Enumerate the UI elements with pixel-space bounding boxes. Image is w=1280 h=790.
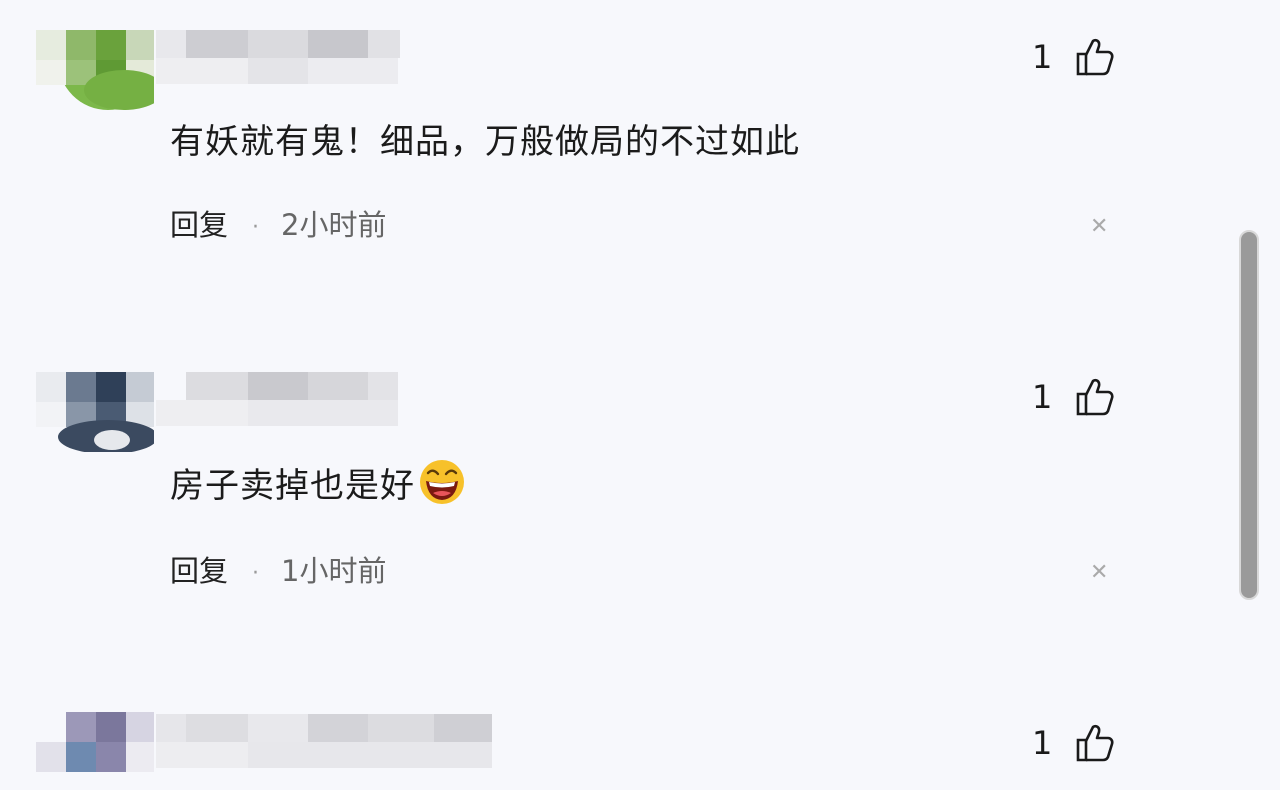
like-count: 1 bbox=[1032, 724, 1053, 762]
thumbs-up-icon[interactable] bbox=[1074, 722, 1116, 764]
username[interactable] bbox=[156, 372, 406, 428]
comment-item: 1 bbox=[0, 680, 1230, 790]
avatar[interactable] bbox=[36, 712, 154, 790]
comment-meta: 回复 · 1小时前 bbox=[170, 548, 386, 590]
comment-text: 有妖就有鬼！细品，万般做局的不过如此 bbox=[170, 122, 800, 162]
comment-item: 1 有妖就有鬼！细品，万般做局的不过如此 回复 · 2小时前 ✕ bbox=[0, 0, 1230, 340]
separator-dot: · bbox=[252, 214, 260, 240]
reply-button[interactable]: 回复 bbox=[170, 554, 228, 588]
username[interactable] bbox=[156, 30, 406, 86]
like-count: 1 bbox=[1032, 38, 1053, 76]
timestamp: 2小时前 bbox=[281, 208, 387, 242]
comment-text-content: 房子卖掉也是好 bbox=[170, 466, 415, 506]
avatar[interactable] bbox=[36, 372, 154, 452]
close-icon[interactable]: ✕ bbox=[1090, 560, 1108, 585]
thumbs-up-icon[interactable] bbox=[1074, 36, 1116, 78]
username[interactable] bbox=[156, 714, 496, 770]
thumbs-up-icon[interactable] bbox=[1074, 376, 1116, 418]
like-count: 1 bbox=[1032, 378, 1053, 416]
comment-meta: 回复 · 2小时前 bbox=[170, 202, 386, 244]
reply-button[interactable]: 回复 bbox=[170, 208, 228, 242]
avatar[interactable] bbox=[36, 30, 154, 110]
laughing-face-emoji bbox=[420, 460, 464, 504]
comment-item: 1 房子卖掉也是好 回复 · 1小时前 ✕ bbox=[0, 340, 1230, 680]
scrollbar-thumb[interactable] bbox=[1239, 230, 1259, 600]
timestamp: 1小时前 bbox=[281, 554, 387, 588]
separator-dot: · bbox=[252, 560, 260, 586]
close-icon[interactable]: ✕ bbox=[1090, 214, 1108, 239]
comment-text: 房子卖掉也是好 bbox=[170, 458, 465, 507]
